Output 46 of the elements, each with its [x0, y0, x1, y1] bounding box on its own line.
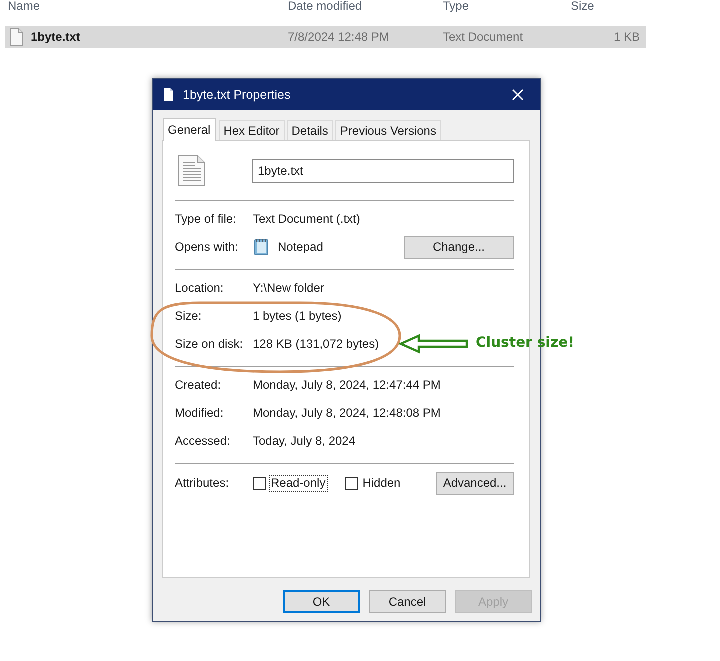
checkbox-label[interactable]: Hidden — [360, 474, 403, 492]
dialog-button[interactable]: Cancel — [369, 590, 446, 613]
property-value: Text Document (.txt) — [253, 212, 360, 226]
change-button[interactable]: Change... — [404, 236, 514, 258]
advanced-button[interactable]: Advanced... — [436, 472, 514, 494]
file-name: 1byte.txt — [31, 30, 80, 44]
file-name-field[interactable]: 1byte.txt — [252, 159, 514, 183]
property-label: Accessed: — [175, 434, 230, 448]
tab[interactable]: General — [163, 118, 216, 141]
app-name: Notepad — [278, 240, 324, 254]
property-value: Monday, July 8, 2024, 12:47:44 PM — [253, 378, 441, 392]
checkbox[interactable] — [344, 476, 358, 490]
column-header[interactable]: Type — [443, 0, 470, 12]
property-label: Size on disk: — [175, 337, 244, 351]
checkbox[interactable] — [253, 476, 266, 490]
callout-arrow — [399, 334, 469, 354]
file-icon — [10, 28, 24, 46]
tab[interactable]: Previous Versions — [335, 120, 442, 140]
tab[interactable]: Hex Editor — [218, 120, 285, 140]
document-icon — [178, 155, 206, 187]
file-size: 1 KB — [614, 30, 641, 44]
window-title: 1byte.txt Properties — [183, 88, 291, 102]
property-value: 128 KB (131,072 bytes) — [253, 337, 380, 351]
column-header[interactable]: Size — [571, 0, 594, 12]
document-icon — [164, 88, 174, 102]
property-label: Opens with: — [175, 240, 238, 254]
dialog-button[interactable]: OK — [283, 590, 360, 613]
property-value: Today, July 8, 2024 — [253, 434, 356, 448]
property-label: Created: — [175, 378, 222, 392]
tab[interactable]: Details — [286, 120, 334, 140]
close-icon — [512, 88, 524, 100]
property-value: Y:\New folder — [253, 281, 324, 295]
file-row[interactable]: 1byte.txt 7/8/2024 12:48 PM Text Document 1 KB — [5, 26, 646, 48]
column-header[interactable]: Date modified — [288, 0, 362, 12]
property-label: Attributes: — [175, 476, 230, 490]
property-label: Location: — [175, 281, 224, 295]
property-label: Size: — [175, 309, 202, 323]
property-label: Modified: — [175, 406, 224, 420]
property-value: 1 bytes (1 bytes) — [253, 309, 342, 323]
property-label: Type of file: — [175, 212, 236, 226]
notepad-icon — [253, 238, 270, 256]
checkbox-label[interactable]: Read-only — [269, 474, 328, 492]
file-type: Text Document — [443, 30, 524, 44]
date-modified: 7/8/2024 12:48 PM — [288, 30, 390, 44]
property-value: Monday, July 8, 2024, 12:48:08 PM — [253, 406, 441, 420]
column-header[interactable]: Name — [8, 0, 40, 12]
